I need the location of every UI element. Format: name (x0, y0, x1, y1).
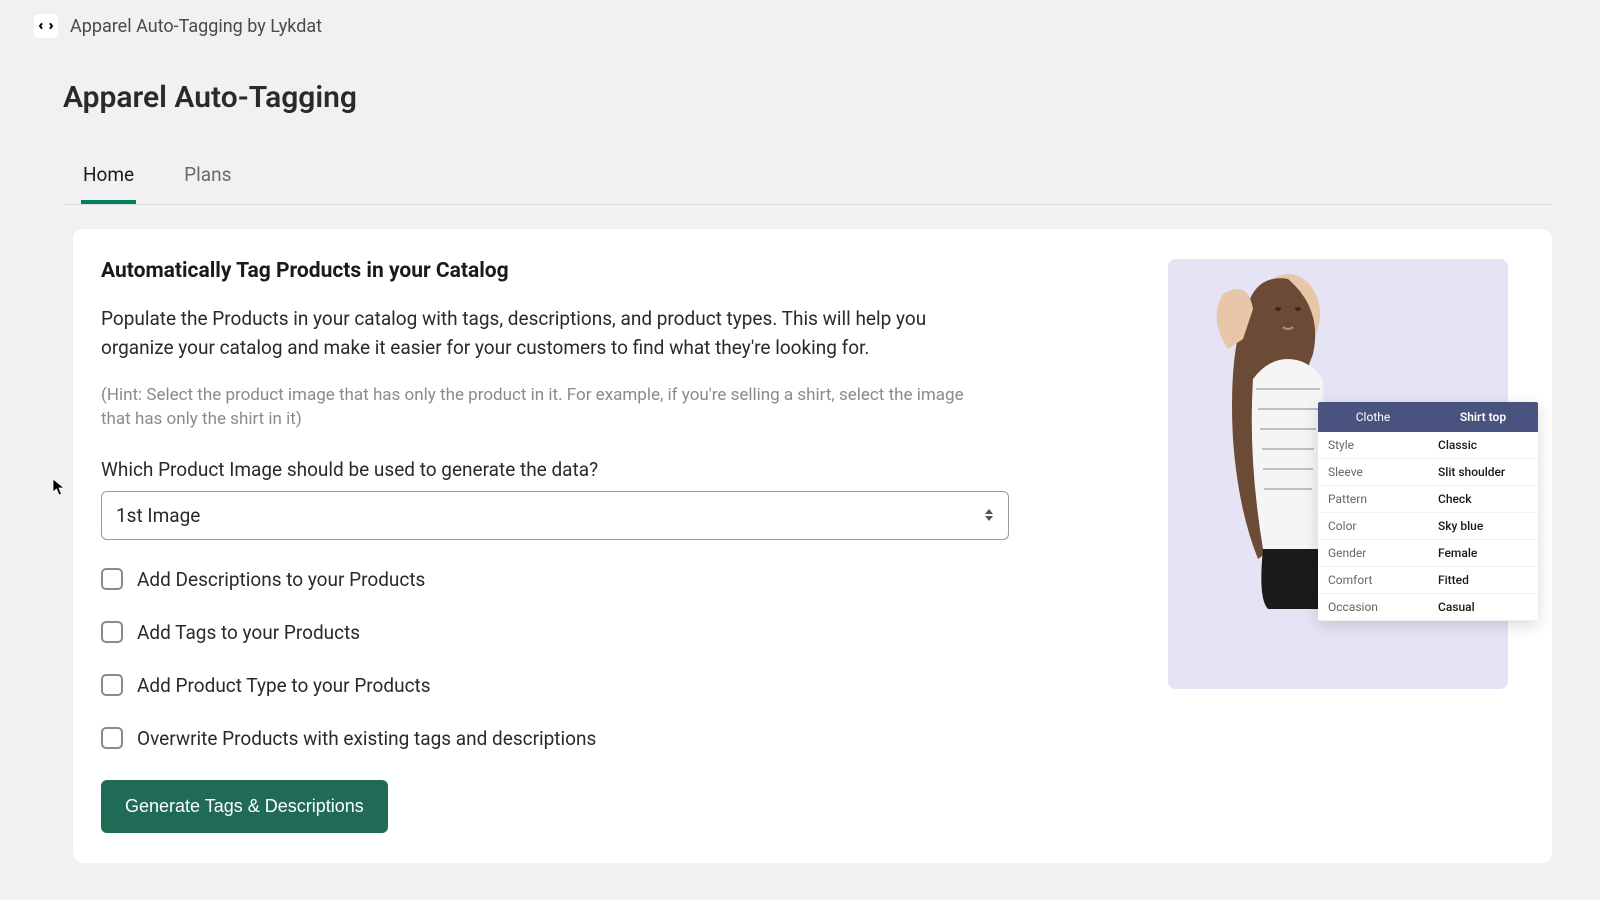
tag-attr: Gender (1318, 540, 1428, 566)
option-add-descriptions: Add Descriptions to your Products (101, 568, 1128, 591)
section-description: Populate the Products in your catalog wi… (101, 305, 981, 362)
tag-attr: Sleeve (1318, 459, 1428, 485)
checkbox-overwrite[interactable] (101, 727, 123, 749)
image-select[interactable]: 1st Image (101, 491, 1009, 540)
tag-row: Occasion Casual (1318, 594, 1538, 621)
tag-val: Check (1428, 486, 1538, 512)
page-title: Apparel Auto-Tagging (63, 80, 1552, 115)
checkbox-add-descriptions[interactable] (101, 568, 123, 590)
checkbox-label: Add Product Type to your Products (137, 674, 431, 697)
tag-attr: Style (1318, 432, 1428, 458)
option-overwrite: Overwrite Products with existing tags an… (101, 727, 1128, 750)
tag-val: Sky blue (1428, 513, 1538, 539)
hint-text: (Hint: Select the product image that has… (101, 384, 991, 432)
checkbox-add-tags[interactable] (101, 621, 123, 643)
preview-column: Clothe Shirt top Style Classic Sleeve Sl… (1168, 259, 1508, 833)
checkbox-label: Overwrite Products with existing tags an… (137, 727, 596, 750)
option-add-product-type: Add Product Type to your Products (101, 674, 1128, 697)
tag-header-right: Shirt top (1428, 402, 1538, 432)
image-select-wrap: 1st Image (101, 491, 1009, 540)
preview-tag-card: Clothe Shirt top Style Classic Sleeve Sl… (1318, 402, 1538, 621)
tag-card-header: Clothe Shirt top (1318, 402, 1538, 432)
tag-val: Fitted (1428, 567, 1538, 593)
tag-attr: Comfort (1318, 567, 1428, 593)
section-heading: Automatically Tag Products in your Catal… (101, 259, 1128, 283)
app-name: Apparel Auto-Tagging by Lykdat (70, 16, 322, 37)
checkbox-label: Add Tags to your Products (137, 621, 360, 644)
main-card: Automatically Tag Products in your Catal… (73, 229, 1552, 863)
option-add-tags: Add Tags to your Products (101, 621, 1128, 644)
tab-home[interactable]: Home (81, 159, 136, 204)
tag-row: Comfort Fitted (1318, 567, 1538, 594)
content-wrap: Apparel Auto-Tagging Home Plans Automati… (0, 52, 1600, 863)
tag-val: Classic (1428, 432, 1538, 458)
tag-val: Slit shoulder (1428, 459, 1538, 485)
tag-attr: Occasion (1318, 594, 1428, 620)
preview-image: Clothe Shirt top Style Classic Sleeve Sl… (1168, 259, 1508, 689)
logo-icon (38, 18, 54, 34)
checkbox-add-product-type[interactable] (101, 674, 123, 696)
checkbox-label: Add Descriptions to your Products (137, 568, 425, 591)
tag-val: Female (1428, 540, 1538, 566)
top-bar: Apparel Auto-Tagging by Lykdat (0, 0, 1600, 52)
tag-row: Sleeve Slit shoulder (1318, 459, 1538, 486)
select-caret-icon (985, 509, 993, 521)
tag-attr: Color (1318, 513, 1428, 539)
tag-row: Pattern Check (1318, 486, 1538, 513)
tag-header-left: Clothe (1318, 402, 1428, 432)
tag-row: Color Sky blue (1318, 513, 1538, 540)
tag-row: Style Classic (1318, 432, 1538, 459)
app-logo-icon (34, 14, 58, 38)
inner-card: Apparel Auto-Tagging Home Plans Automati… (15, 52, 1600, 863)
tab-plans[interactable]: Plans (182, 159, 233, 204)
tag-attr: Pattern (1318, 486, 1428, 512)
generate-button[interactable]: Generate Tags & Descriptions (101, 780, 388, 833)
tag-val: Casual (1428, 594, 1538, 620)
image-select-label: Which Product Image should be used to ge… (101, 458, 1128, 481)
form-column: Automatically Tag Products in your Catal… (101, 259, 1128, 833)
tag-row: Gender Female (1318, 540, 1538, 567)
tabs: Home Plans (63, 159, 1552, 205)
